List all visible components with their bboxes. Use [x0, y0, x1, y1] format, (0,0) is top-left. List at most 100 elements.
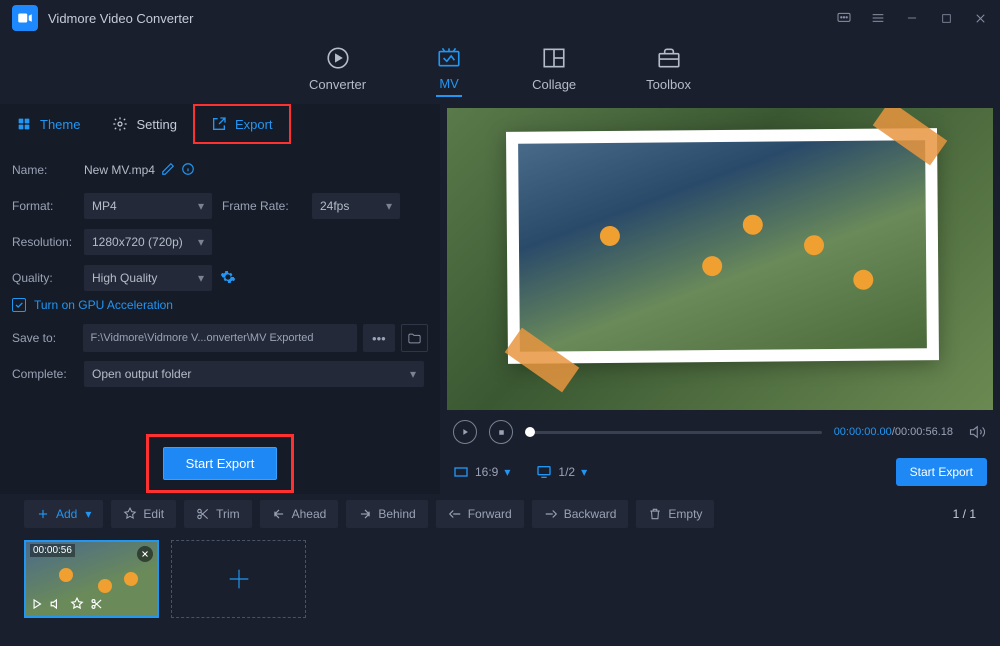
- tab-theme[interactable]: Theme: [0, 104, 96, 144]
- export-icon: [211, 116, 227, 132]
- tab-export[interactable]: Export: [193, 104, 291, 144]
- backward-button[interactable]: Backward: [532, 500, 629, 528]
- start-export-button[interactable]: Start Export: [163, 447, 278, 480]
- nav-converter[interactable]: Converter: [309, 45, 366, 96]
- page-ratio: 1/2: [558, 465, 575, 479]
- preview-panel: 00:00:00.00/00:00:56.18 16:9 ▾ 1/2 ▾ Sta…: [440, 104, 1000, 494]
- feedback-icon[interactable]: [836, 10, 852, 26]
- gpu-label: Turn on GPU Acceleration: [34, 298, 173, 312]
- page-count: 1 / 1: [953, 507, 976, 521]
- toolbox-icon: [656, 45, 682, 71]
- close-button[interactable]: [972, 10, 988, 26]
- framerate-label: Frame Rate:: [222, 199, 312, 213]
- player-controls: 00:00:00.00/00:00:56.18: [447, 412, 993, 452]
- titlebar: Vidmore Video Converter: [0, 0, 1000, 36]
- trim-button[interactable]: Trim: [184, 500, 252, 528]
- aspect-icon: [453, 464, 469, 480]
- behind-button[interactable]: Behind: [346, 500, 427, 528]
- open-folder-button[interactable]: [401, 324, 428, 352]
- clip-star-icon[interactable]: [70, 597, 84, 614]
- aspect-controls: 16:9 ▾ 1/2 ▾ Start Export: [447, 454, 993, 490]
- collage-icon: [541, 45, 567, 71]
- edit-button[interactable]: Edit: [111, 500, 176, 528]
- setting-icon: [112, 116, 128, 132]
- preview-video[interactable]: [447, 108, 993, 410]
- chevron-down-icon: ▾: [386, 199, 392, 213]
- app-logo: [12, 5, 38, 31]
- complete-label: Complete:: [12, 367, 84, 381]
- clip-toolbar: Add▾ Edit Trim Ahead Behind Forward Back…: [0, 494, 1000, 534]
- resolution-select[interactable]: 1280x720 (720p) ▾: [84, 229, 212, 255]
- name-label: Name:: [12, 163, 84, 177]
- nav-toolbox[interactable]: Toolbox: [646, 45, 691, 96]
- page-dropdown[interactable]: ▾: [581, 465, 587, 479]
- framerate-select[interactable]: 24fps ▾: [312, 193, 400, 219]
- ahead-button[interactable]: Ahead: [260, 500, 339, 528]
- aspect-ratio: 16:9: [475, 465, 498, 479]
- resolution-value: 1280x720 (720p): [92, 235, 183, 249]
- theme-icon: [16, 116, 32, 132]
- mv-icon: [436, 44, 462, 70]
- tab-export-label: Export: [235, 117, 273, 132]
- gpu-checkbox[interactable]: [12, 298, 26, 312]
- clip-thumbnail[interactable]: 00:00:56: [24, 540, 159, 618]
- chevron-down-icon: ▾: [410, 367, 416, 381]
- name-value: New MV.mp4: [84, 163, 155, 177]
- chevron-down-icon: ▾: [198, 199, 204, 213]
- info-icon[interactable]: [181, 162, 195, 179]
- main-nav: Converter MV Collage Toolbox: [0, 36, 1000, 104]
- framerate-value: 24fps: [320, 199, 349, 213]
- saveto-label: Save to:: [12, 331, 83, 345]
- stop-button[interactable]: [489, 420, 513, 444]
- quality-label: Quality:: [12, 271, 84, 285]
- forward-button[interactable]: Forward: [436, 500, 524, 528]
- nav-mv[interactable]: MV: [436, 44, 462, 97]
- complete-select[interactable]: Open output folder ▾: [84, 361, 424, 387]
- duration: 00:00:56.18: [895, 426, 953, 438]
- quality-select[interactable]: High Quality ▾: [84, 265, 212, 291]
- clip-play-icon[interactable]: [30, 597, 44, 614]
- minimize-button[interactable]: [904, 10, 920, 26]
- timeline: 00:00:56: [0, 534, 1000, 624]
- quality-settings-icon[interactable]: [220, 269, 236, 288]
- nav-mv-label: MV: [439, 76, 459, 91]
- aspect-dropdown[interactable]: ▾: [504, 465, 510, 479]
- tab-setting-label: Setting: [136, 117, 176, 132]
- current-time: 00:00:00.00: [834, 426, 892, 438]
- clip-trim-icon[interactable]: [90, 597, 104, 614]
- nav-collage-label: Collage: [532, 77, 576, 92]
- resolution-label: Resolution:: [12, 235, 84, 249]
- format-select[interactable]: MP4 ▾: [84, 193, 212, 219]
- converter-icon: [325, 45, 351, 71]
- progress-bar[interactable]: [525, 431, 822, 434]
- saveto-path[interactable]: F:\Vidmore\Vidmore V...onverter\MV Expor…: [83, 324, 358, 352]
- monitor-icon: [536, 464, 552, 480]
- start-export-highlight: Start Export: [146, 434, 295, 493]
- volume-icon[interactable]: [969, 423, 987, 441]
- tab-setting[interactable]: Setting: [96, 104, 192, 144]
- add-clip-button[interactable]: [171, 540, 306, 618]
- nav-collage[interactable]: Collage: [532, 45, 576, 96]
- browse-button[interactable]: •••: [363, 324, 394, 352]
- add-button[interactable]: Add▾: [24, 500, 103, 528]
- format-label: Format:: [12, 199, 84, 213]
- chevron-down-icon: ▾: [198, 271, 204, 285]
- panel-tabs: Theme Setting Export: [0, 104, 440, 144]
- export-panel: Theme Setting Export Name: New MV.mp4: [0, 104, 440, 494]
- quality-value: High Quality: [92, 271, 157, 285]
- nav-converter-label: Converter: [309, 77, 366, 92]
- nav-toolbox-label: Toolbox: [646, 77, 691, 92]
- photo-frame: [506, 128, 939, 364]
- maximize-button[interactable]: [938, 10, 954, 26]
- clip-mute-icon[interactable]: [50, 597, 64, 614]
- empty-button[interactable]: Empty: [636, 500, 714, 528]
- app-title: Vidmore Video Converter: [48, 11, 836, 26]
- menu-icon[interactable]: [870, 10, 886, 26]
- complete-value: Open output folder: [92, 367, 191, 381]
- edit-name-icon[interactable]: [161, 162, 175, 179]
- clip-remove-button[interactable]: [137, 546, 153, 562]
- play-button[interactable]: [453, 420, 477, 444]
- chevron-down-icon: ▾: [198, 235, 204, 249]
- clip-duration: 00:00:56: [30, 544, 75, 557]
- start-export-button-2[interactable]: Start Export: [896, 458, 987, 486]
